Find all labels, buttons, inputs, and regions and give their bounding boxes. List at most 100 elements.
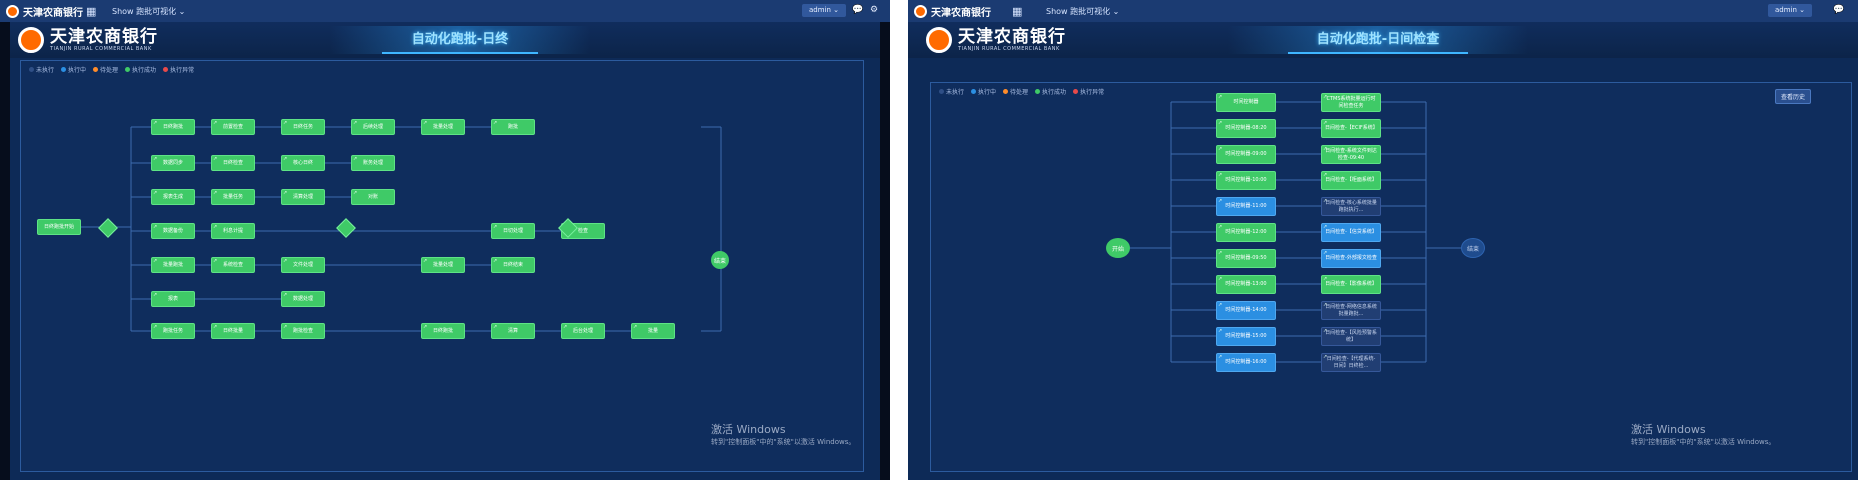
- timer-node[interactable]: 时间控制器-13:00 ↗: [1216, 275, 1276, 294]
- task-node[interactable]: 文件处理 ↗: [281, 257, 325, 273]
- task-node[interactable]: 账务处理 ↗: [351, 155, 395, 171]
- link-icon: ↗: [283, 292, 288, 298]
- settings-icon[interactable]: ⚙: [870, 5, 878, 15]
- check-node[interactable]: 日间检查-【影像系统】 ↗: [1321, 275, 1381, 294]
- bank-logo-icon: [926, 27, 952, 53]
- navbar-logo[interactable]: 天津农商银行: [914, 4, 991, 19]
- end-node[interactable]: 结束: [1461, 238, 1485, 258]
- task-node[interactable]: 后续处理 ↗: [351, 119, 395, 135]
- task-node[interactable]: 日终任务 ↗: [281, 119, 325, 135]
- task-node[interactable]: 日终结束 ↗: [491, 257, 535, 273]
- activation-watermark: 激活 Windows 转到"控制面板"中的"系统"以激活 Windows。: [1631, 423, 1776, 446]
- task-node[interactable]: 批量 ↗: [631, 323, 675, 339]
- check-node[interactable]: 日间检查-【代理系统-日间】日终检... ↗: [1321, 353, 1381, 372]
- link-icon: ↗: [1323, 120, 1328, 126]
- link-icon: ↗: [283, 120, 288, 126]
- timer-node[interactable]: 时间控制器 ↗: [1216, 93, 1276, 112]
- link-icon: ↗: [1323, 354, 1328, 360]
- user-menu[interactable]: admin ⌄: [1768, 4, 1812, 17]
- link-icon: ↗: [283, 156, 288, 162]
- message-icon[interactable]: 💬: [1833, 5, 1844, 15]
- task-node[interactable]: 后台处理 ↗: [561, 323, 605, 339]
- top-navbar: 天津农商银行 ▦ Show 跑批可视化 ⌄ admin ⌄ 💬 ⚙: [0, 0, 890, 23]
- timer-node[interactable]: 时间控制器-09:50 ↗: [1216, 249, 1276, 268]
- brand: 天津农商银行 TIANJIN RURAL COMMERCIAL BANK: [926, 27, 1066, 53]
- apps-grid-icon[interactable]: ▦: [86, 5, 96, 18]
- link-icon: ↗: [153, 292, 158, 298]
- link-icon: ↗: [1218, 276, 1223, 282]
- link-icon: ↗: [633, 324, 638, 330]
- link-icon: ↗: [1323, 146, 1328, 152]
- check-node[interactable]: 日间检查-核心系统批量跑批执行... ↗: [1321, 197, 1381, 216]
- link-icon: ↗: [1218, 354, 1223, 360]
- link-icon: ↗: [1323, 172, 1328, 178]
- timer-node[interactable]: 时间控制器-11:00 ↗: [1216, 197, 1276, 216]
- check-node[interactable]: 日间检查-【柜面系统】 ↗: [1321, 171, 1381, 190]
- check-node[interactable]: 日间检查-【风险预警系统】 ↗: [1321, 327, 1381, 346]
- app-switcher[interactable]: Show 跑批可视化 ⌄: [1046, 6, 1119, 17]
- activation-watermark: 激活 Windows 转到"控制面板"中的"系统"以激活 Windows。: [711, 423, 856, 446]
- link-icon: ↗: [423, 324, 428, 330]
- timer-node[interactable]: 时间控制器-10:00 ↗: [1216, 171, 1276, 190]
- app-switcher[interactable]: Show 跑批可视化 ⌄: [112, 6, 185, 17]
- check-node[interactable]: 日间检查-系统文件到达检查-09:40 ↗: [1321, 145, 1381, 164]
- check-node[interactable]: 日间检查-【ECIF系统】 ↗: [1321, 119, 1381, 138]
- link-icon: ↗: [493, 324, 498, 330]
- check-node[interactable]: 日间检查-【信贷系统】 ↗: [1321, 223, 1381, 242]
- task-node[interactable]: 核心日终 ↗: [281, 155, 325, 171]
- task-node[interactable]: 批量处理 ↗: [421, 119, 465, 135]
- check-node[interactable]: 日间检查-外部报文检查 ↗: [1321, 249, 1381, 268]
- link-icon: ↗: [1218, 94, 1223, 100]
- task-node[interactable]: 清算处理 ↗: [281, 189, 325, 205]
- task-node[interactable]: 批量处理 ↗: [421, 257, 465, 273]
- task-node[interactable]: 批量任务 ↗: [211, 189, 255, 205]
- timer-node[interactable]: 时间控制器-14:00 ↗: [1216, 301, 1276, 320]
- timer-node[interactable]: 时间控制器-09:00 ↗: [1216, 145, 1276, 164]
- navbar-logo[interactable]: 天津农商银行: [6, 4, 83, 19]
- task-node[interactable]: 数据处理 ↗: [281, 291, 325, 307]
- link-icon: ↗: [563, 324, 568, 330]
- link-icon: ↗: [353, 156, 358, 162]
- task-node[interactable]: 数据同步 ↗: [151, 155, 195, 171]
- timer-node[interactable]: 时间控制器-12:00 ↗: [1216, 223, 1276, 242]
- check-node[interactable]: CTMS系统批量运行时间检查任务 ↗: [1321, 93, 1381, 112]
- start-node[interactable]: 开始: [1106, 238, 1130, 258]
- link-icon: ↗: [353, 190, 358, 196]
- link-icon: ↗: [283, 324, 288, 330]
- link-icon: ↗: [153, 120, 158, 126]
- link-icon: ↗: [153, 258, 158, 264]
- task-node[interactable]: 对账 ↗: [351, 189, 395, 205]
- task-node[interactable]: 数据备份 ↗: [151, 223, 195, 239]
- task-node[interactable]: 报表 ↗: [151, 291, 195, 307]
- task-node[interactable]: 跑批任务 ↗: [151, 323, 195, 339]
- end-node[interactable]: 结束: [711, 251, 729, 269]
- task-node[interactable]: 清算 ↗: [491, 323, 535, 339]
- task-node[interactable]: 日终跑批 ↗: [421, 323, 465, 339]
- message-icon[interactable]: 💬: [852, 5, 863, 15]
- task-node[interactable]: 批量跑批 ↗: [151, 257, 195, 273]
- link-icon: ↗: [213, 324, 218, 330]
- bank-logo-icon: [6, 5, 19, 18]
- task-node[interactable]: 报表生成 ↗: [151, 189, 195, 205]
- link-icon: ↗: [353, 120, 358, 126]
- task-node[interactable]: 利息计提 ↗: [211, 223, 255, 239]
- task-node[interactable]: 日终批量 ↗: [211, 323, 255, 339]
- top-navbar: 天津农商银行 ▦ Show 跑批可视化 ⌄ admin ⌄ 💬: [908, 0, 1858, 23]
- task-node[interactable]: 跑批 ↗: [491, 119, 535, 135]
- timer-node[interactable]: 时间控制器-08:20 ↗: [1216, 119, 1276, 138]
- task-node[interactable]: 日终检查 ↗: [211, 155, 255, 171]
- start-node[interactable]: 日终跑批开始: [37, 219, 81, 235]
- check-node[interactable]: 日间检查-网络信息系统批量跑批... ↗: [1321, 301, 1381, 320]
- task-node[interactable]: 日终跑批 ↗: [151, 119, 195, 135]
- user-menu[interactable]: admin ⌄: [802, 4, 846, 17]
- link-icon: ↗: [1218, 302, 1223, 308]
- task-node[interactable]: 跑批检查 ↗: [281, 323, 325, 339]
- timer-node[interactable]: 时间控制器-15:00 ↗: [1216, 327, 1276, 346]
- right-window: 天津农商银行 ▦ Show 跑批可视化 ⌄ admin ⌄ 💬 天津农商银行 TI…: [908, 0, 1858, 480]
- apps-grid-icon[interactable]: ▦: [1012, 5, 1022, 18]
- task-node[interactable]: 日切处理 ↗: [491, 223, 535, 239]
- task-node[interactable]: 系统检查 ↗: [211, 257, 255, 273]
- timer-node[interactable]: 时间控制器-16:00 ↗: [1216, 353, 1276, 372]
- task-node[interactable]: 前置检查 ↗: [211, 119, 255, 135]
- link-icon: ↗: [153, 156, 158, 162]
